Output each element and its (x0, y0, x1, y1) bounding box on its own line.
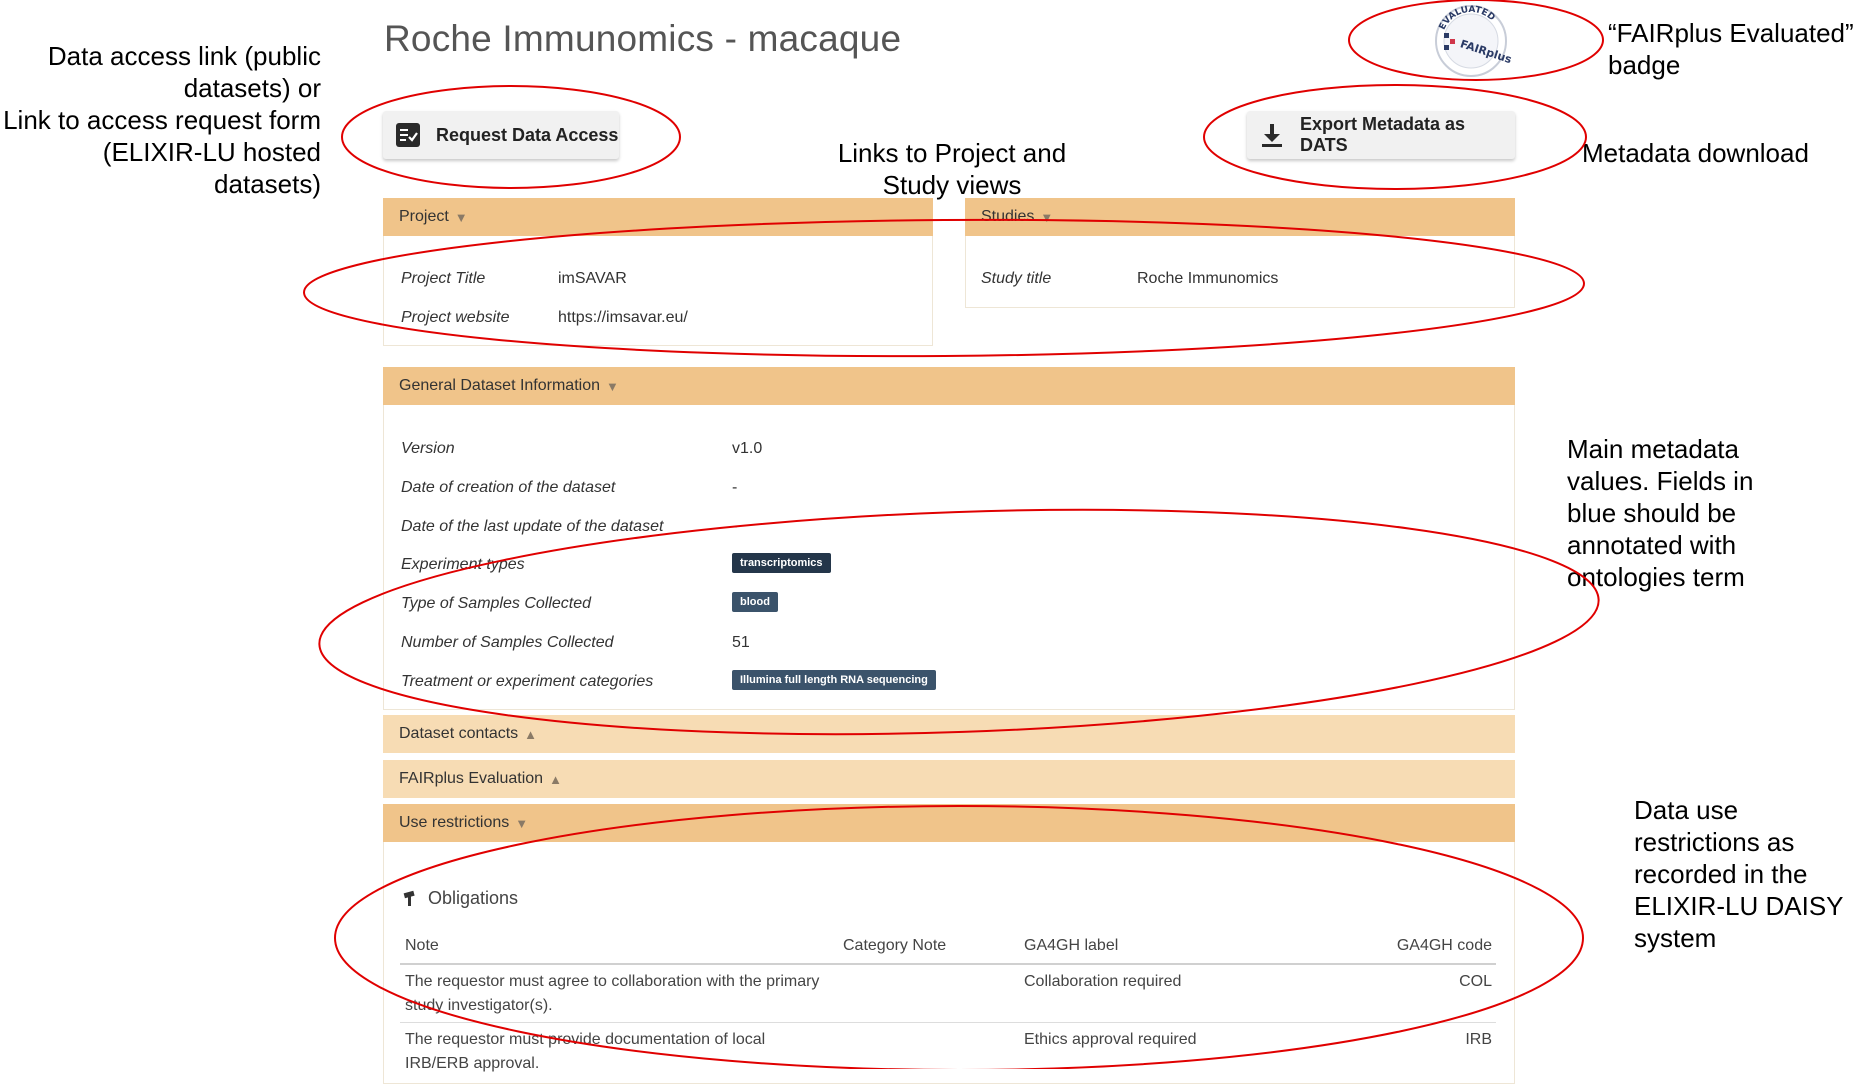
column-note: Note (405, 937, 439, 954)
last-update-value: - (732, 518, 738, 535)
obligations-title: Obligations (428, 888, 519, 908)
column-ga4gh-label: GA4GH label (1024, 937, 1119, 954)
general-info-heading: General Dataset Information (399, 377, 600, 394)
caret-up-icon: ▲ (524, 726, 538, 742)
project-title-label: Project Title (401, 270, 486, 287)
gavel-icon (402, 890, 418, 913)
annotation-line: (ELIXIR-LU hosted (102, 137, 321, 167)
annotation-line: values. Fields in (1567, 466, 1754, 496)
annotation-line: recorded in the (1634, 859, 1808, 889)
annotation-line: datasets) (214, 169, 321, 199)
export-metadata-button[interactable]: Export Metadata as DATS (1247, 111, 1515, 159)
annotation-line: “FAIRplus Evaluated” (1608, 18, 1854, 48)
row-divider (400, 1022, 1496, 1023)
column-category-note: Category Note (843, 937, 947, 954)
annotation-line: ontologies term (1567, 562, 1745, 592)
treatment-tag[interactable]: Illumina full length RNA sequencing (732, 670, 936, 690)
column-ga4gh-code: GA4GH code (1396, 937, 1492, 954)
annotation-line: ELIXIR-LU DAISY (1634, 891, 1844, 921)
checklist-icon (395, 122, 421, 148)
experiment-type-tag[interactable]: transcriptomics (732, 553, 831, 573)
annotation-line: Study views (882, 170, 1022, 200)
sample-type-label: Type of Samples Collected (401, 595, 592, 612)
use-restrictions-header[interactable]: Use restrictions ▼ (383, 804, 1515, 842)
study-title-value[interactable]: Roche Immunomics (1137, 270, 1278, 288)
row-note-line: The requestor must agree to collaboratio… (405, 973, 820, 990)
caret-down-icon: ▼ (454, 209, 468, 225)
annotation-line: datasets) or (183, 73, 321, 103)
row-ga4gh-code: IRB (1465, 1031, 1492, 1048)
request-data-access-label: Request Data Access (436, 124, 619, 145)
annotation-line: annotated with (1567, 530, 1737, 560)
annotation-line: system (1634, 923, 1717, 953)
study-title-label: Study title (981, 270, 1052, 287)
annotation-project-links: Links to Project and Study views (823, 137, 1081, 201)
table-header-divider (400, 963, 1496, 965)
caret-down-icon: ▼ (1040, 209, 1054, 225)
annotation-main-metadata: Main metadata values. Fields in blue sho… (1567, 433, 1797, 593)
export-metadata-label: Export Metadata as DATS (1300, 114, 1466, 155)
annotation-metadata-download: Metadata download (1582, 138, 1809, 168)
dataset-contacts-heading: Dataset contacts (399, 725, 519, 742)
general-info-panel (383, 367, 1515, 710)
project-heading: Project (399, 208, 449, 225)
request-data-access-button[interactable]: Request Data Access (383, 111, 619, 159)
last-update-label: Date of the last update of the dataset (401, 518, 664, 535)
fairplus-evaluated-badge: EVALUATED FAIRplus (1426, 3, 1516, 79)
project-panel-header[interactable]: Project ▼ (383, 198, 933, 236)
annotation-line: Link to access request form (3, 105, 321, 135)
version-value: v1.0 (732, 440, 763, 457)
creation-date-value: - (732, 479, 738, 496)
dataset-contacts-header[interactable]: Dataset contacts ▲ (383, 715, 1515, 753)
caret-down-icon: ▼ (515, 815, 529, 831)
row-ga4gh-label: Ethics approval required (1024, 1031, 1197, 1048)
general-info-header[interactable]: General Dataset Information ▼ (383, 367, 1515, 405)
treatment-label: Treatment or experiment categories (401, 673, 654, 690)
annotation-line: blue should be (1567, 498, 1737, 528)
annotation-line: Data access link (public (47, 41, 321, 71)
studies-panel-header[interactable]: Studies ▼ (965, 198, 1515, 236)
annotation-line: Data use (1634, 795, 1739, 825)
annotation-line: Links to Project and (837, 138, 1067, 168)
fairplus-evaluation-header[interactable]: FAIRplus Evaluation ▲ (383, 760, 1515, 798)
annotation-line: Main metadata (1567, 434, 1739, 464)
row-ga4gh-label: Collaboration required (1024, 973, 1182, 990)
row-note-line: The requestor must provide documentation… (405, 1031, 766, 1048)
annotation-access-link: Data access link (public datasets) or Li… (0, 40, 321, 200)
fairplus-evaluation-heading: FAIRplus Evaluation (399, 770, 544, 787)
row-ga4gh-code: COL (1459, 973, 1492, 990)
annotation-fairplus-badge: “FAIRplus Evaluated” badge (1608, 17, 1858, 81)
version-label: Version (401, 440, 455, 457)
annotation-line: badge (1608, 50, 1681, 80)
page-title: Roche Immunomics - macaque (384, 18, 902, 59)
sample-count-value: 51 (732, 634, 750, 651)
table-row: The requestor must agree to collaboratio… (405, 970, 819, 1018)
use-restrictions-heading: Use restrictions (399, 814, 510, 831)
project-website-label: Project website (401, 309, 510, 326)
download-icon (1259, 122, 1285, 148)
sample-type-tag[interactable]: blood (732, 592, 778, 612)
caret-down-icon: ▼ (606, 378, 619, 394)
caret-up-icon: ▲ (549, 771, 562, 787)
project-website-link[interactable]: https://imsavar.eu/ (558, 309, 688, 327)
creation-date-label: Date of creation of the dataset (401, 479, 616, 496)
sample-count-label: Number of Samples Collected (401, 634, 614, 651)
project-title-value[interactable]: imSAVAR (558, 270, 627, 288)
row-note-line: study investigator(s). (405, 997, 553, 1014)
row-note-line: IRB/ERB approval. (405, 1055, 540, 1072)
experiment-types-label: Experiment types (401, 556, 525, 573)
annotation-data-use: Data use restrictions as recorded in the… (1634, 794, 1854, 954)
studies-heading: Studies (981, 208, 1035, 225)
annotation-line: restrictions as (1634, 827, 1795, 857)
